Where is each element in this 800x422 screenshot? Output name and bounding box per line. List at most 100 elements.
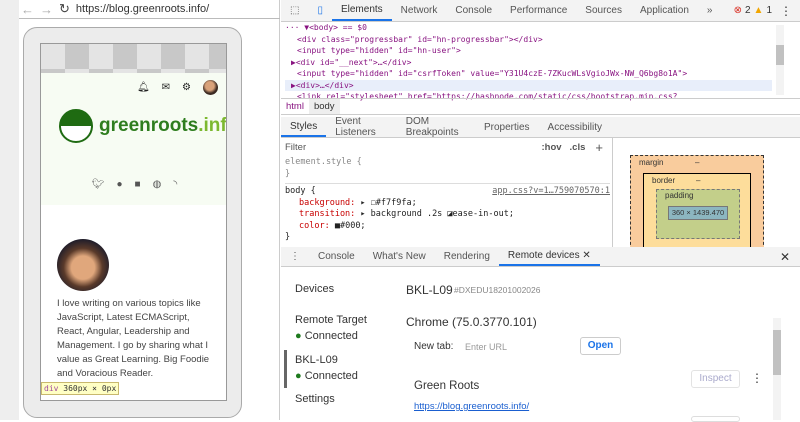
box-model-border: border – padding 360 × 1439.470 xyxy=(643,173,751,253)
error-icon[interactable]: ⊗ xyxy=(734,5,742,16)
close-drawer-icon[interactable]: ✕ xyxy=(780,250,790,264)
sidebar-settings[interactable]: Settings xyxy=(295,393,335,405)
breadcrumb-html[interactable]: html xyxy=(281,99,309,114)
error-count[interactable]: 2 xyxy=(745,5,751,16)
dom-node[interactable]: <input type="hidden" id="hn-user"> xyxy=(285,45,772,57)
devtools: ⬚ ▯ Elements Network Console Performance… xyxy=(281,0,800,422)
logo-ext: .info xyxy=(198,115,227,136)
twitter-icon[interactable]: 🐦︎ xyxy=(92,179,105,190)
tab-console[interactable]: Console xyxy=(446,0,501,21)
tab-application[interactable]: Application xyxy=(631,0,698,21)
tab-event-listeners[interactable]: Event Listeners xyxy=(326,116,397,138)
rule-close: } xyxy=(285,169,610,184)
close-tab-icon[interactable]: ✕ xyxy=(582,250,590,261)
hov-button[interactable]: :hov xyxy=(541,142,561,153)
gear-icon[interactable]: ⚙ xyxy=(182,82,191,93)
drawer-tab-remote-devices: Remote devices ✕ xyxy=(498,247,600,266)
browser-version: Chrome (75.0.3770.101) xyxy=(406,315,537,329)
url-text[interactable]: https://blog.greenroots.info/ xyxy=(76,3,209,15)
sidebar-remote-target[interactable]: Remote Target xyxy=(295,314,367,326)
warning-count[interactable]: 1 xyxy=(766,5,772,16)
hashnode-icon[interactable]: ■ xyxy=(135,179,141,190)
styles-pane: element.style { } body {app.css?v=1…7590… xyxy=(285,157,610,244)
more-tabs-button[interactable]: » xyxy=(698,0,722,21)
rss-icon[interactable]: ◝ xyxy=(173,179,177,190)
tab-performance[interactable]: Performance xyxy=(501,0,576,21)
phone-screen: 🔔︎ ✉ ⚙ greenroots.info 🐦︎ ● ■ ◍ ◝ I love… xyxy=(40,43,227,401)
tab-dom-breakpoints[interactable]: DOM Breakpoints xyxy=(397,116,475,138)
filter-input[interactable]: Filter xyxy=(285,142,541,153)
reload-icon[interactable]: ↻ xyxy=(59,1,70,17)
new-tab-url-input[interactable]: Enter URL xyxy=(465,342,575,352)
phone-frame: 🔔︎ ✉ ⚙ greenroots.info 🐦︎ ● ■ ◍ ◝ I love… xyxy=(23,27,242,418)
page-url-link[interactable]: https://blog.greenroots.info/ xyxy=(414,401,529,412)
source-link[interactable]: app.css?v=1…759070570:1 xyxy=(492,186,610,198)
margin-label: margin xyxy=(639,158,664,167)
warning-icon[interactable]: ▲ xyxy=(754,5,764,16)
border-label: border xyxy=(652,176,676,185)
left-gutter xyxy=(0,0,19,420)
new-tab-label: New tab: xyxy=(414,341,454,352)
box-model-content: 360 × 1439.470 xyxy=(668,206,728,220)
avatar[interactable] xyxy=(203,80,218,95)
dom-node[interactable]: ▶<div id="__next">…</div> xyxy=(285,57,772,69)
device-emulation-pane: ← → ↻ https://blog.greenroots.info/ 🔔︎ ✉… xyxy=(0,0,280,420)
page-title: Green Roots xyxy=(414,380,480,392)
github-icon[interactable]: ● xyxy=(117,179,123,190)
back-icon[interactable]: ← xyxy=(21,2,34,17)
dom-node[interactable]: <div class="progressbar" id="hn-progress… xyxy=(285,34,772,46)
box-model-margin: margin – border – padding 360 × 1439.470 xyxy=(630,155,764,253)
drawer-tab-console[interactable]: Console xyxy=(309,247,364,266)
menu-kebab-icon[interactable]: ⋮ xyxy=(780,4,792,18)
bell-icon[interactable]: 🔔︎ xyxy=(137,82,150,93)
prop-color-value[interactable]: ■#000; xyxy=(335,221,366,231)
mail-icon[interactable]: ✉ xyxy=(162,82,170,93)
globe-icon[interactable]: ◍ xyxy=(153,179,162,190)
dom-node[interactable]: <input type="hidden" id="csrfToken" valu… xyxy=(285,68,772,80)
page-menu-icon[interactable]: ⋮ xyxy=(751,371,763,385)
device-toolbar-icon[interactable]: ▯ xyxy=(308,0,332,21)
author-photo xyxy=(57,239,109,291)
inspect-button[interactable]: Inspect xyxy=(691,370,740,388)
prop-transition[interactable]: transition: xyxy=(299,209,355,219)
inspect-button-next[interactable] xyxy=(691,416,740,422)
styles-tabbar: Styles Event Listeners DOM Breakpoints P… xyxy=(281,116,611,138)
drawer-tab-rendering[interactable]: Rendering xyxy=(435,247,499,266)
tab-sources[interactable]: Sources xyxy=(576,0,631,21)
tab-styles[interactable]: Styles xyxy=(281,117,327,137)
breadcrumb: html body xyxy=(281,98,800,115)
open-button[interactable]: Open xyxy=(580,337,621,355)
tab-accessibility[interactable]: Accessibility xyxy=(539,117,611,137)
selected-indicator xyxy=(284,350,287,388)
site-logo[interactable]: greenroots.info xyxy=(59,109,227,143)
new-rule-button[interactable]: + xyxy=(595,140,603,155)
breadcrumb-body[interactable]: body xyxy=(308,99,340,114)
forward-icon[interactable]: → xyxy=(40,2,53,17)
dom-node-selected[interactable]: ▶<div>…</div> xyxy=(285,79,772,91)
drawer-menu-icon[interactable]: ⋮ xyxy=(281,247,309,266)
prop-background-value[interactable]: ▸ ☐#f7f9fa; xyxy=(360,198,416,208)
tooltip-tag: div xyxy=(44,384,59,393)
main-tabbar: ⬚ ▯ Elements Network Console Performance… xyxy=(281,0,800,22)
tab-network[interactable]: Network xyxy=(392,0,447,21)
dom-scrollbar[interactable] xyxy=(776,25,784,95)
prop-color[interactable]: color: xyxy=(299,221,330,231)
prop-background[interactable]: background: xyxy=(299,198,355,208)
address-bar: ← → ↻ https://blog.greenroots.info/ xyxy=(19,0,280,19)
tab-elements[interactable]: Elements xyxy=(331,0,392,21)
remote-scrollbar[interactable] xyxy=(773,318,781,420)
sidebar-device-bkl[interactable]: BKL-L09 xyxy=(295,354,338,366)
remote-devices-label[interactable]: Remote devices xyxy=(508,250,580,261)
prop-transition-value[interactable]: ▸ background .2s ◪ease-in-out; xyxy=(360,209,514,219)
box-model-padding: padding 360 × 1439.470 xyxy=(656,189,740,239)
status-dot-icon: ● xyxy=(295,330,305,342)
drawer-tab-whats-new[interactable]: What's New xyxy=(364,247,435,266)
border-value: – xyxy=(696,176,701,185)
dom-body-line[interactable]: ··· ▼<body> == $0 xyxy=(285,22,772,34)
inspect-element-icon[interactable]: ⬚ xyxy=(281,0,308,21)
tab-properties[interactable]: Properties xyxy=(475,117,539,137)
sidebar-devices[interactable]: Devices xyxy=(295,283,334,295)
margin-value: – xyxy=(695,158,700,167)
cls-button[interactable]: .cls xyxy=(570,142,586,153)
remote-devices-panel: Devices Remote Target ● Connected BKL-L0… xyxy=(281,268,800,422)
